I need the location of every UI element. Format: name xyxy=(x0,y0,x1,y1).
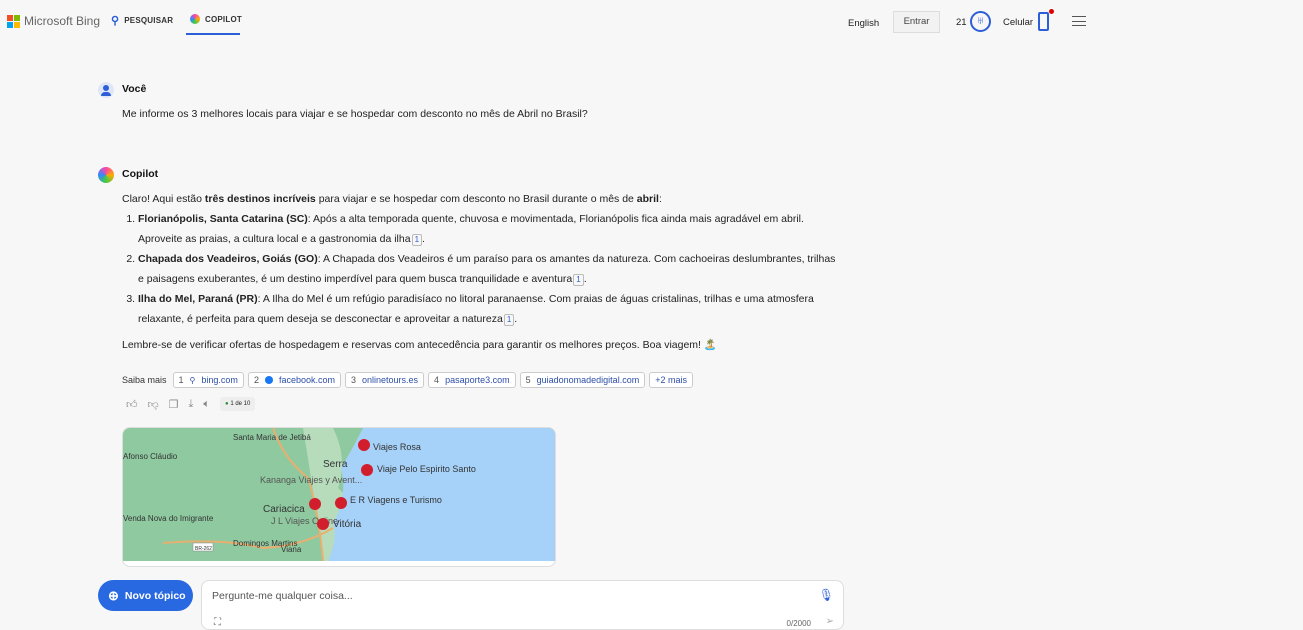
source-link[interactable]: 4 pasaporte3.com xyxy=(428,372,516,388)
facebook-icon xyxy=(264,376,273,384)
user-message-text: Me informe os 3 melhores locais para via… xyxy=(122,108,588,120)
source-link[interactable]: 3 onlinetours.es xyxy=(344,372,425,388)
copy-icon[interactable]: ❐ xyxy=(169,398,179,411)
list-item: Chapada dos Veadeiros, Goiás (GO): A Cha… xyxy=(138,249,842,289)
copilot-avatar-icon xyxy=(98,167,114,183)
notification-dot xyxy=(1049,9,1054,14)
map-pin-label: Kananga Viajes y Avent... xyxy=(260,475,362,485)
microphone-icon[interactable]: 🎙︎ xyxy=(819,588,834,602)
message-actions: 👍︎ 👎︎ ❐ ⤓ 🔈︎ ● 1 de 10 xyxy=(126,397,256,411)
map[interactable]: Santa Maria de Jetibá Afonso Cláudio Ser… xyxy=(123,428,556,561)
closing-text: Lembre-se de verificar ofertas de hosped… xyxy=(122,339,717,351)
download-icon[interactable]: ⤓ xyxy=(189,398,194,411)
citation-link[interactable]: 1 xyxy=(503,314,515,326)
map-pin-label: E R Viagens e Turismo xyxy=(350,495,442,505)
copilot-name: Copilot xyxy=(122,168,159,180)
map-pin-icon xyxy=(358,439,370,451)
bing-logo[interactable]: Microsoft Bing xyxy=(7,14,100,28)
phone-icon[interactable] xyxy=(1038,12,1049,31)
copilot-icon xyxy=(190,14,200,24)
tab-label: PESQUISAR xyxy=(124,16,174,25)
road-label: BR-262 xyxy=(195,546,212,552)
user-avatar-icon xyxy=(98,82,114,98)
header: Microsoft Bing ⚲ PESQUISAR COPILOT Englis… xyxy=(0,0,1303,44)
source-link[interactable]: 2 facebook.com xyxy=(247,372,341,388)
image-search-icon[interactable]: ⛶ xyxy=(214,617,221,628)
chat-input[interactable] xyxy=(212,590,772,602)
thumbs-down-icon[interactable]: 👎︎ xyxy=(148,398,159,411)
chat-composer: 🎙︎ ⛶ 0/2000 ➢ xyxy=(201,580,844,630)
page-counter: ● 1 de 10 xyxy=(220,397,256,411)
map-pin-icon xyxy=(317,518,329,530)
tab-label: COPILOT xyxy=(205,14,242,24)
citation-link[interactable]: 1 xyxy=(411,234,423,246)
signin-button[interactable]: Entrar xyxy=(893,11,940,33)
new-chat-icon: ⊕ xyxy=(108,587,119,603)
tab-copilot[interactable]: COPILOT xyxy=(190,14,242,24)
list-item: Ilha do Mel, Paraná (PR): A Ilha do Mel … xyxy=(138,289,842,329)
search-icon: ⚲ xyxy=(111,15,120,27)
microsoft-logo-icon xyxy=(7,14,20,28)
speaker-icon[interactable]: 🔈︎ xyxy=(203,398,210,411)
copilot-message-body: Claro! Aqui estão três destinos incrívei… xyxy=(122,189,842,355)
map-pin-icon xyxy=(361,464,373,476)
rewards-count: 21 xyxy=(956,17,967,28)
sources: Saiba mais 1 ⚲ bing.com 2 facebook.com 3 onl… xyxy=(122,372,693,388)
list-item: Florianópolis, Santa Catarina (SC): Após… xyxy=(138,209,842,249)
source-link[interactable]: 1 ⚲ bing.com xyxy=(172,372,244,388)
map-label: Cariacica xyxy=(263,504,305,515)
map-label: Santa Maria de Jetibá xyxy=(233,433,311,442)
map-label: Serra xyxy=(323,459,348,470)
map-card[interactable]: Santa Maria de Jetibá Afonso Cláudio Ser… xyxy=(122,427,556,567)
new-topic-button[interactable]: ⊕ Novo tópico xyxy=(98,580,193,611)
menu-icon[interactable] xyxy=(1072,16,1086,26)
map-label: Afonso Cláudio xyxy=(123,452,178,461)
active-tab-indicator xyxy=(186,33,240,35)
map-pin-icon xyxy=(335,497,347,509)
more-sources-button[interactable]: +2 mais xyxy=(649,372,693,388)
map-pin-label: Viaje Pelo Espirito Santo xyxy=(377,464,476,474)
learn-more-label: Saiba mais xyxy=(122,375,167,385)
character-counter: 0/2000 xyxy=(786,619,811,628)
mobile-link[interactable]: Celular xyxy=(1003,17,1033,28)
map-pin-label: Viajes Rosa xyxy=(373,442,421,452)
map-pin-icon xyxy=(309,498,321,510)
tab-search[interactable]: ⚲ PESQUISAR xyxy=(111,14,173,27)
source-link[interactable]: 5 guiadonomadedigital.com xyxy=(519,372,646,388)
search-icon: ⚲ xyxy=(189,375,196,385)
map-label: Venda Nova do Imigrante xyxy=(123,514,214,523)
map-label: Viana xyxy=(281,545,302,554)
brand-name: Microsoft Bing xyxy=(24,14,101,28)
language-link[interactable]: English xyxy=(848,18,879,29)
send-icon[interactable]: ➢ xyxy=(826,616,834,627)
user-name: Você xyxy=(122,83,147,95)
citation-link[interactable]: 1 xyxy=(573,274,584,286)
rewards-trophy-icon[interactable]: ♅ xyxy=(970,11,991,32)
intro: Claro! Aqui estão três destinos incrívei… xyxy=(122,193,662,205)
thumbs-up-icon[interactable]: 👍︎ xyxy=(126,398,138,411)
